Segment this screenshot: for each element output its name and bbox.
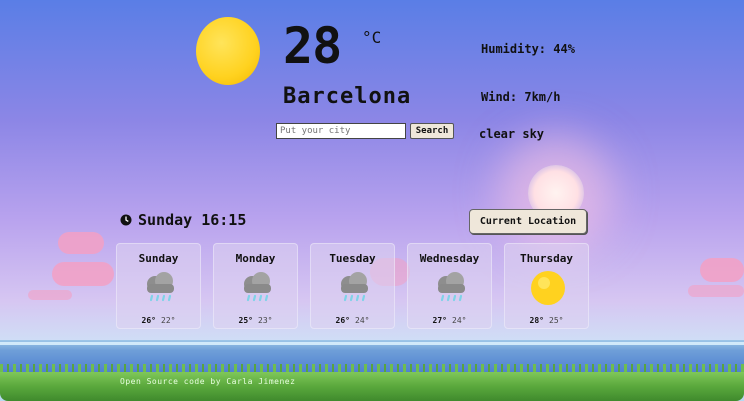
background-cloud xyxy=(688,285,744,297)
date-time-row: Sunday 16:15 xyxy=(120,211,246,229)
current-location-button[interactable]: Current Location xyxy=(469,209,587,234)
rain-cloud-icon xyxy=(244,272,271,302)
forecast-day: Wednesday xyxy=(419,252,480,265)
forecast-temps: 25° 23° xyxy=(214,316,297,325)
forecast-day: Tuesday xyxy=(329,252,376,265)
background-cloud xyxy=(28,290,72,300)
forecast-card: Wednesday 27° 24° xyxy=(407,243,492,329)
search-button[interactable]: Search xyxy=(410,123,454,139)
forecast-max: 28° xyxy=(529,316,544,325)
grass xyxy=(0,372,744,401)
forecast-list: Sunday 26° 22° Monday 25° 23° Tuesday 26… xyxy=(116,243,589,329)
background-cloud xyxy=(58,232,104,254)
sea-horizon xyxy=(0,342,744,345)
city-name: Barcelona xyxy=(283,84,412,109)
sun-icon xyxy=(531,271,565,305)
forecast-min: 24° xyxy=(355,316,370,325)
forecast-temps: 26° 24° xyxy=(311,316,394,325)
forecast-card: Sunday 26° 22° xyxy=(116,243,201,329)
forecast-max: 27° xyxy=(432,316,447,325)
background-cloud xyxy=(52,262,114,286)
weather-description: clear sky xyxy=(479,127,545,141)
forecast-min: 23° xyxy=(258,316,273,325)
wind-text: Wind: 7km/h xyxy=(481,90,561,104)
forecast-card: Thursday 28° 25° xyxy=(504,243,589,329)
forecast-card: Tuesday 26° 24° xyxy=(310,243,395,329)
forecast-max: 25° xyxy=(238,316,253,325)
humidity-text: Humidity: 44% xyxy=(481,42,575,56)
city-search-input[interactable] xyxy=(276,123,406,139)
forecast-min: 25° xyxy=(549,316,564,325)
forecast-day: Thursday xyxy=(520,252,573,265)
current-date-time: Sunday 16:15 xyxy=(138,211,247,229)
forecast-min: 22° xyxy=(161,316,176,325)
forecast-max: 26° xyxy=(141,316,156,325)
forecast-temps: 27° 24° xyxy=(408,316,491,325)
temperature-unit: °C xyxy=(362,28,382,47)
rain-cloud-icon xyxy=(438,272,465,302)
current-temperature: 28 xyxy=(283,17,342,75)
rain-cloud-icon xyxy=(147,272,174,302)
forecast-card: Monday 25° 23° xyxy=(213,243,298,329)
forecast-day: Monday xyxy=(235,252,276,265)
background-cloud xyxy=(700,258,744,282)
weather-app: 28 °C Barcelona Search Humidity: 44% Win… xyxy=(0,0,744,401)
clock-icon xyxy=(120,214,132,226)
footer-credit-link[interactable]: Open Source code by Carla Jimenez xyxy=(120,377,295,386)
forecast-day: Sunday xyxy=(138,252,179,265)
rain-cloud-icon xyxy=(341,272,368,302)
forecast-max: 26° xyxy=(335,316,350,325)
forecast-min: 24° xyxy=(452,316,467,325)
forecast-temps: 28° 25° xyxy=(505,316,588,325)
sun-icon xyxy=(196,17,260,85)
forecast-temps: 26° 22° xyxy=(117,316,200,325)
